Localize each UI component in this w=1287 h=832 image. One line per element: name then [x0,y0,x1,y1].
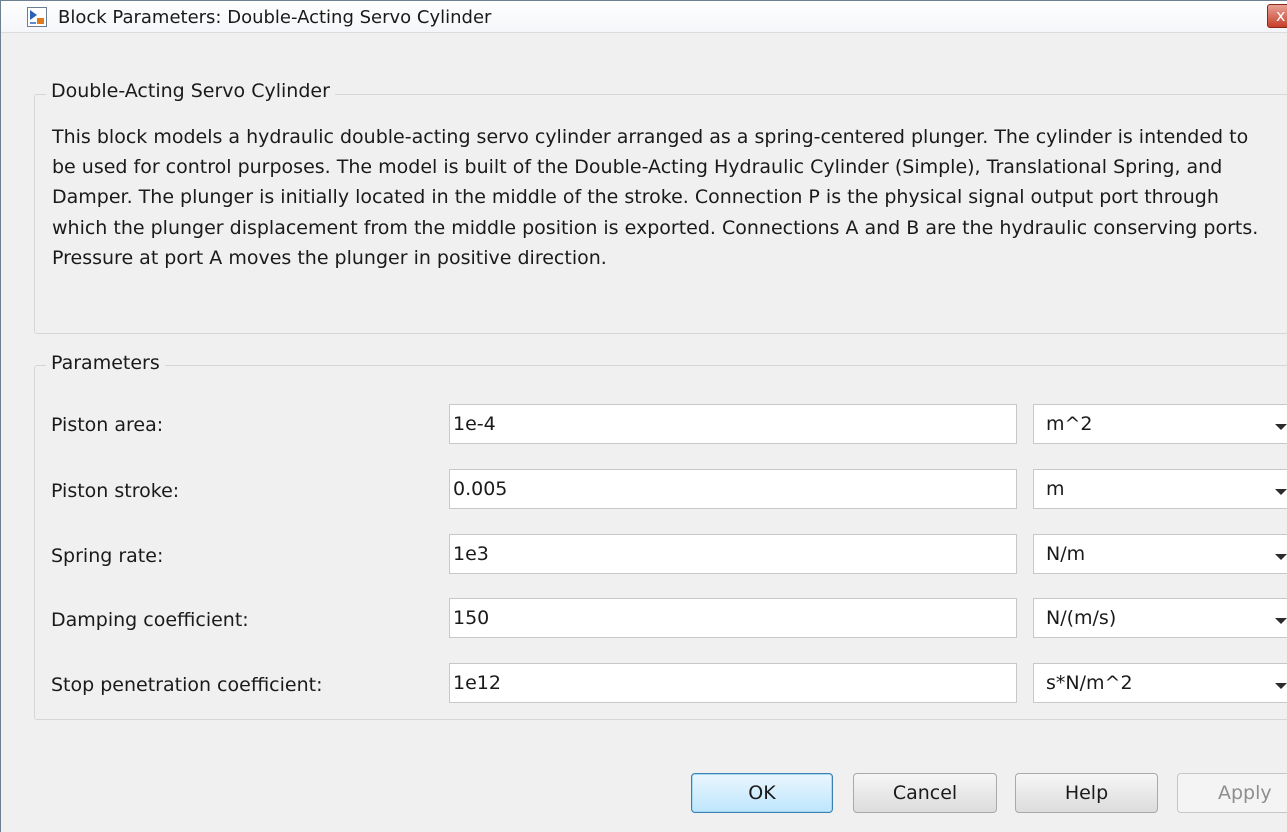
spring-rate-unit-select[interactable]: N/m [1033,534,1287,574]
chevron-down-icon[interactable] [1275,683,1287,689]
close-icon: x [1276,6,1286,25]
chevron-down-icon[interactable] [1275,618,1287,624]
piston-stroke-unit-select[interactable]: m [1033,469,1287,509]
close-button[interactable]: x [1267,4,1287,28]
damping-coefficient-unit-select[interactable]: N/(m/s) [1033,598,1287,638]
stop-penetration-coefficient-field[interactable]: 1e12 [449,663,1017,703]
piston-area-field[interactable]: 1e-4 [449,404,1017,444]
param-label-piston-area: Piston area: [51,414,164,436]
chevron-down-icon[interactable] [1275,424,1287,430]
cancel-button[interactable]: Cancel [853,773,997,813]
chevron-down-icon[interactable] [1275,489,1287,495]
block-description: This block models a hydraulic double-act… [52,126,1259,269]
parameters-group-title: Parameters [46,352,165,374]
description-group-title: Double-Acting Servo Cylinder [46,80,335,102]
param-label-damping-coefficient: Damping coefficient: [51,609,249,631]
spring-rate-field[interactable]: 1e3 [449,534,1017,574]
piston-area-unit-select[interactable]: m^2 [1033,404,1287,444]
param-label-stop-penetration-coefficient: Stop penetration coefficient: [51,674,323,696]
stop-penetration-coefficient-unit-select[interactable]: s*N/m^2 [1033,663,1287,703]
damping-coefficient-field[interactable]: 150 [449,598,1017,638]
block-parameters-dialog: Block Parameters: Double-Acting Servo Cy… [0,0,1287,832]
help-button[interactable]: Help [1015,773,1158,813]
piston-stroke-field[interactable]: 0.005 [449,469,1017,509]
ok-button[interactable]: OK [691,773,833,813]
window-title: Block Parameters: Double-Acting Servo Cy… [58,7,492,28]
apply-button[interactable]: Apply [1177,773,1287,813]
title-bar[interactable]: Block Parameters: Double-Acting Servo Cy… [1,1,1287,33]
simulink-block-icon [27,7,47,27]
param-label-piston-stroke: Piston stroke: [51,480,180,502]
param-label-spring-rate: Spring rate: [51,545,164,567]
chevron-down-icon[interactable] [1275,554,1287,560]
